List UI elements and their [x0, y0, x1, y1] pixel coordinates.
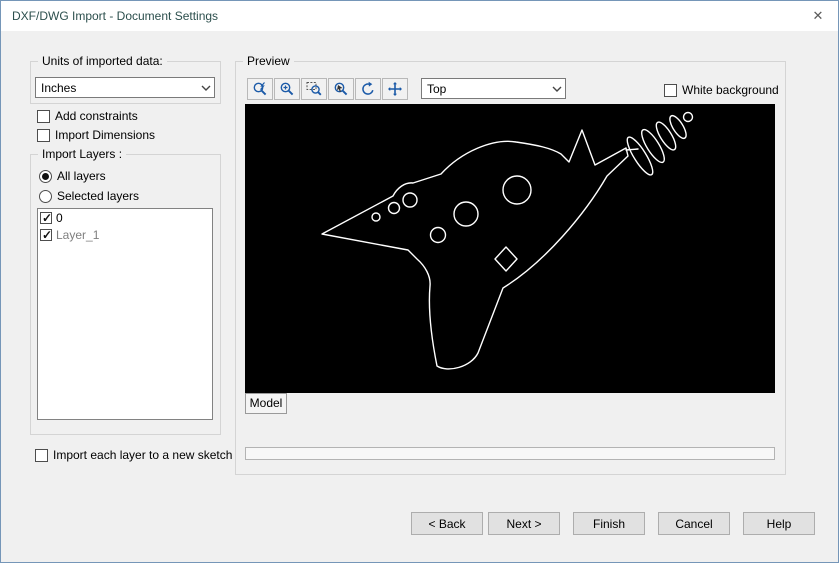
raygun-details — [371, 111, 694, 244]
radio-label: Selected layers — [57, 189, 140, 203]
layer-list-item[interactable]: Layer_1 — [38, 226, 212, 243]
units-combo[interactable]: Inches — [35, 77, 215, 98]
units-combo-chevron-down-icon — [197, 78, 214, 97]
layer-checkbox-box — [40, 228, 52, 242]
pan-button[interactable] — [382, 78, 408, 100]
zoom-to-selection-icon — [334, 82, 348, 96]
layer-list-item[interactable]: 0 — [38, 209, 212, 226]
zoom-to-area-button[interactable] — [301, 78, 327, 100]
preview-toolbar — [247, 78, 408, 100]
raygun-coil-link — [625, 148, 639, 151]
help-button[interactable]: Help — [743, 512, 815, 535]
zoom-in-out-icon — [280, 82, 294, 96]
checkbox-label: Import each layer to a new sketch — [53, 448, 233, 462]
preview-group-label: Preview — [243, 54, 294, 68]
rotate-view-button[interactable] — [355, 78, 381, 100]
checkbox-box — [664, 83, 677, 97]
zoom-to-fit-button[interactable] — [247, 78, 273, 100]
layer-name: 0 — [56, 211, 63, 225]
finish-button[interactable]: Finish — [573, 512, 645, 535]
back-button[interactable]: < Back — [411, 512, 483, 535]
white-background-checkbox[interactable]: White background — [664, 83, 779, 97]
view-orientation-combo[interactable]: Top — [421, 78, 566, 99]
zoom-to-fit-icon — [253, 82, 267, 96]
dxf-dwg-import-dialog: DXF/DWG Import - Document Settings ✕ Uni… — [0, 0, 839, 563]
radio-label: All layers — [57, 169, 106, 183]
status-progress-bar — [245, 447, 775, 460]
radio-circle — [39, 169, 52, 183]
selected-layers-radio[interactable]: Selected layers — [39, 189, 139, 203]
add-constraints-checkbox[interactable]: Add constraints — [37, 109, 138, 123]
window-title: DXF/DWG Import - Document Settings — [12, 9, 219, 23]
layer-checkbox-box — [40, 211, 52, 225]
close-icon: ✕ — [812, 8, 824, 23]
model-tab-label: Model — [249, 396, 283, 410]
rotate-view-icon — [362, 81, 374, 95]
raygun-outline — [321, 129, 629, 370]
view-orientation-value: Top — [427, 81, 447, 96]
raygun-preview-drawing — [321, 111, 694, 370]
checkbox-label: White background — [682, 83, 779, 97]
import-layers-group-label: Import Layers : — [38, 147, 127, 161]
pan-icon — [388, 82, 402, 96]
cancel-button[interactable]: Cancel — [658, 512, 730, 535]
import-each-layer-new-sketch-checkbox[interactable]: Import each layer to a new sketch — [35, 448, 232, 462]
checkbox-label: Import Dimensions — [55, 128, 156, 142]
checkbox-box — [35, 448, 48, 462]
model-tab[interactable]: Model — [245, 393, 287, 414]
checkbox-box — [37, 128, 50, 142]
layer-name: Layer_1 — [56, 228, 100, 242]
units-combo-value: Inches — [41, 80, 77, 95]
raygun-diamond-detail — [494, 246, 518, 272]
next-button[interactable]: Next > — [488, 512, 560, 535]
all-layers-radio[interactable]: All layers — [39, 169, 106, 183]
zoom-to-area-icon — [306, 82, 322, 96]
titlebar: DXF/DWG Import - Document Settings ✕ — [1, 1, 838, 31]
radio-circle — [39, 189, 52, 203]
units-group-label: Units of imported data: — [38, 54, 167, 68]
preview-canvas[interactable] — [245, 104, 775, 393]
import-dimensions-checkbox[interactable]: Import Dimensions — [37, 128, 155, 142]
zoom-in-out-button[interactable] — [274, 78, 300, 100]
close-button[interactable]: ✕ — [803, 5, 833, 27]
layer-listbox[interactable]: 0 Layer_1 — [37, 208, 213, 420]
view-combo-chevron-down-icon — [548, 79, 565, 98]
checkbox-label: Add constraints — [55, 109, 138, 123]
zoom-to-selection-button[interactable] — [328, 78, 354, 100]
checkbox-box — [37, 109, 50, 123]
